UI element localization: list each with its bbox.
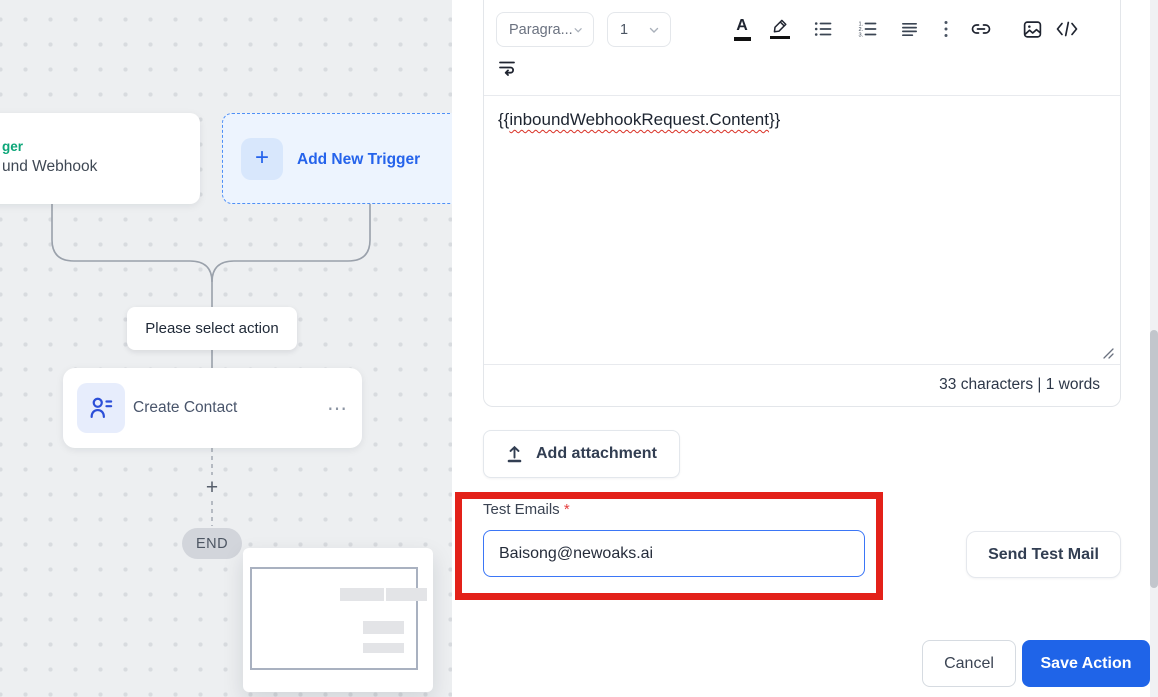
placeholder-bar (363, 621, 404, 634)
add-step-button[interactable]: + (200, 477, 224, 501)
action-card-create-contact[interactable]: Create Contact ⋯ (63, 368, 362, 448)
text-wrap-icon[interactable] (492, 52, 522, 82)
more-options-icon[interactable] (931, 14, 961, 44)
required-asterisk: * (563, 501, 570, 518)
add-new-trigger-button[interactable]: + Add New Trigger (222, 113, 452, 204)
preview-frame (250, 567, 418, 670)
font-size-select[interactable]: 1 (607, 12, 671, 47)
link-icon[interactable] (966, 14, 996, 44)
editor-toolbar: Paragra... 1 A 1. 2. 3. (484, 0, 1120, 96)
placeholder-bar (340, 588, 384, 601)
chevron-down-icon (649, 27, 659, 33)
upload-icon (507, 445, 522, 463)
add-attachment-label: Add attachment (536, 445, 657, 462)
trigger-card-title-fragment: ger (2, 139, 24, 154)
test-emails-input[interactable] (483, 530, 865, 577)
contact-icon (77, 383, 125, 433)
rich-text-editor: Paragra... 1 A 1. 2. 3. {{inboundWebhook… (483, 0, 1121, 407)
placeholder-bar (386, 588, 427, 601)
workflow-canvas[interactable]: ger und Webhook + Add New Trigger Please… (0, 0, 452, 697)
screen: ger und Webhook + Add New Trigger Please… (0, 0, 1158, 697)
action-settings-panel: Paragra... 1 A 1. 2. 3. {{inboundWebhook… (452, 0, 1158, 697)
placeholder-bar (363, 643, 404, 653)
scrollbar-track[interactable] (1150, 0, 1158, 697)
template-variable: inboundWebhookRequest.Content (509, 110, 769, 129)
end-node: END (182, 528, 242, 559)
resize-handle[interactable] (1103, 348, 1114, 359)
scrollbar-thumb[interactable] (1150, 330, 1158, 588)
trigger-card-subtitle-fragment: und Webhook (2, 158, 98, 175)
paragraph-style-select[interactable]: Paragra... (496, 12, 594, 47)
ordered-list-icon[interactable]: 1. 2. 3. (853, 14, 883, 44)
test-emails-label: Test Emails * (483, 501, 570, 518)
font-size-value: 1 (620, 21, 629, 38)
image-icon[interactable] (1017, 14, 1047, 44)
email-body-editor[interactable]: {{inboundWebhookRequest.Content}} (484, 96, 1120, 364)
highlight-icon (770, 19, 790, 40)
paragraph-style-value: Paragra... (509, 21, 573, 38)
select-action-placeholder[interactable]: Please select action (127, 307, 297, 350)
code-icon[interactable] (1052, 14, 1082, 44)
add-new-trigger-label: Add New Trigger (297, 150, 421, 168)
add-attachment-button[interactable]: Add attachment (483, 430, 680, 478)
trigger-card[interactable]: ger und Webhook (0, 113, 200, 204)
send-test-mail-button[interactable]: Send Test Mail (966, 531, 1121, 578)
action-card-label: Create Contact (133, 399, 238, 416)
save-action-button[interactable]: Save Action (1022, 640, 1150, 687)
svg-text:3.: 3. (859, 33, 864, 39)
cancel-button[interactable]: Cancel (922, 640, 1016, 687)
character-count: 33 characters | 1 words (484, 364, 1120, 405)
plus-icon: + (241, 138, 283, 180)
align-justify-icon[interactable] (894, 14, 924, 44)
text-color-icon: A (733, 17, 751, 41)
bullet-list-icon[interactable] (808, 14, 838, 44)
highlight-color-button[interactable] (765, 14, 795, 44)
action-card-menu-button[interactable]: ⋯ (327, 368, 348, 448)
template-close-braces: }} (768, 110, 781, 129)
template-open-braces: {{ (498, 110, 510, 129)
email-preview-thumbnail (243, 548, 433, 692)
text-color-button[interactable]: A (727, 14, 757, 44)
chevron-down-icon (574, 27, 582, 33)
